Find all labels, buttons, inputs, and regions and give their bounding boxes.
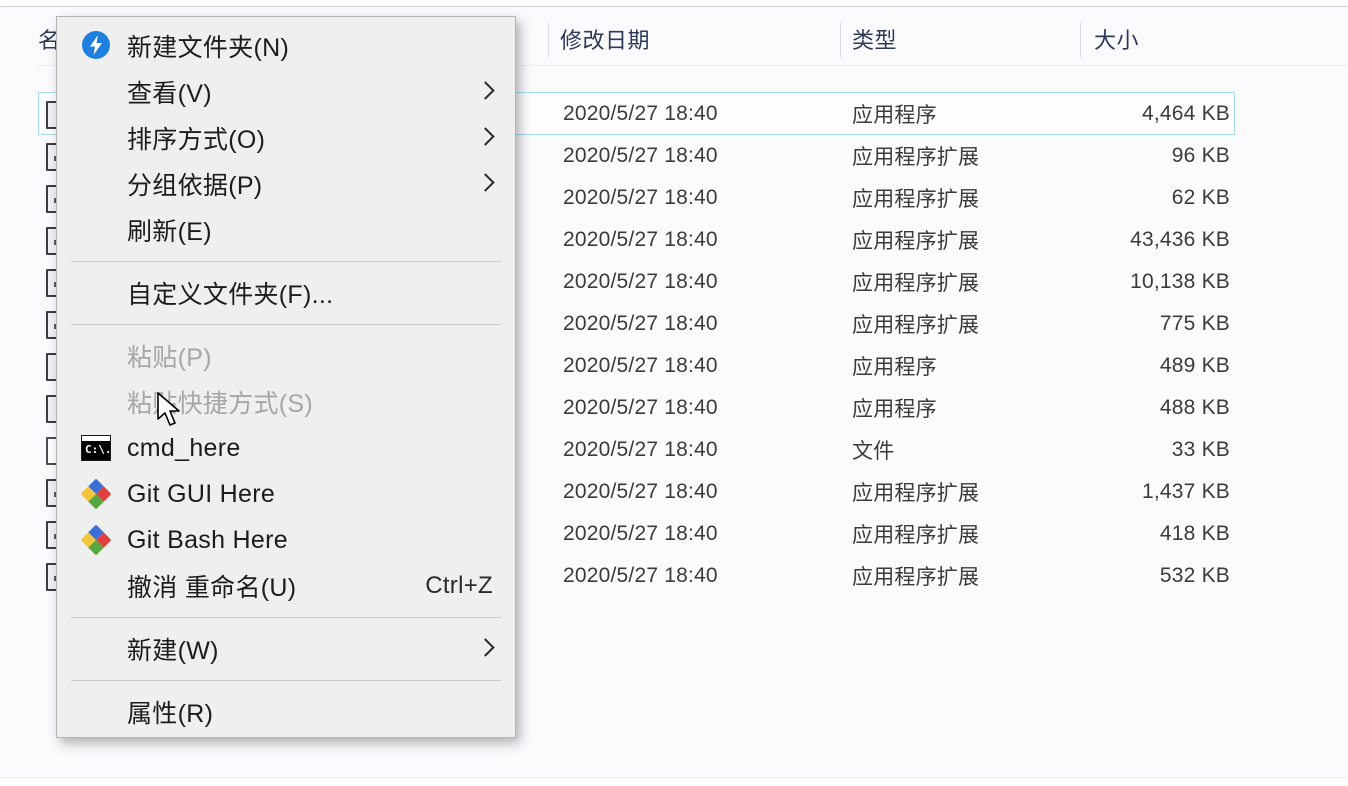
- lightning-bolt-icon: [81, 30, 113, 62]
- menu-item: 粘贴(P): [57, 333, 515, 379]
- menu-item[interactable]: C:\. cmd_here: [57, 425, 515, 471]
- cell-file-type: 应用程序扩展: [852, 188, 980, 211]
- cell-file-size: 43,436 KB: [1130, 228, 1230, 251]
- cell-modified-date: 2020/5/27 18:40: [563, 312, 718, 335]
- menu-item-label: 排序方式(O): [127, 126, 266, 154]
- menu-separator: [71, 680, 501, 681]
- menu-separator: [71, 617, 501, 618]
- menu-item[interactable]: 分组依据(P): [57, 161, 515, 207]
- menu-item-label: 粘贴(P): [127, 344, 212, 372]
- cell-file-size: 1,437 KB: [1142, 480, 1230, 503]
- cell-file-size: 418 KB: [1159, 522, 1230, 545]
- column-divider-3[interactable]: [1080, 23, 1081, 57]
- cell-file-type: 应用程序扩展: [852, 314, 980, 337]
- cell-file-type: 应用程序扩展: [852, 230, 980, 253]
- cell-file-type: 应用程序: [852, 398, 937, 421]
- cell-file-size: 33 KB: [1171, 438, 1230, 461]
- chevron-right-icon: [479, 172, 493, 196]
- cell-file-size: 489 KB: [1159, 354, 1230, 377]
- menu-separator: [71, 324, 501, 325]
- cell-modified-date: 2020/5/27 18:40: [563, 396, 718, 419]
- menu-item[interactable]: 查看(V): [57, 69, 515, 115]
- column-header-date[interactable]: 修改日期: [560, 15, 650, 63]
- cell-file-type: 文件: [852, 440, 895, 463]
- menu-item-label: Git GUI Here: [127, 479, 276, 508]
- cell-file-type: 应用程序扩展: [852, 524, 980, 547]
- cell-modified-date: 2020/5/27 18:40: [563, 438, 718, 461]
- cell-file-type: 应用程序扩展: [852, 272, 980, 295]
- menu-item-label: 刷新(E): [127, 218, 212, 246]
- cmd-console-icon: C:\.: [81, 432, 113, 464]
- cell-file-size: 488 KB: [1159, 396, 1230, 419]
- cell-modified-date: 2020/5/27 18:40: [563, 102, 718, 125]
- menu-item[interactable]: Git GUI Here: [57, 471, 515, 517]
- column-header-type[interactable]: 类型: [852, 15, 897, 63]
- menu-item[interactable]: 自定义文件夹(F)...: [57, 270, 515, 316]
- screen-root: 名 修改日期 类型 大小 2020/5/27 18:40 应用程序 4,464 KB…: [0, 0, 1348, 786]
- column-divider-2[interactable]: [840, 23, 841, 57]
- cell-file-size: 775 KB: [1159, 312, 1230, 335]
- menu-item-label: Git Bash Here: [127, 525, 288, 554]
- menu-item-label: 撤消 重命名(U): [127, 574, 297, 602]
- cell-file-size: 532 KB: [1159, 564, 1230, 587]
- menu-item-shortcut: Ctrl+Z: [425, 572, 493, 599]
- menu-item: 粘贴快捷方式(S): [57, 379, 515, 425]
- column-divider-1[interactable]: [548, 23, 549, 57]
- column-header-size[interactable]: 大小: [1094, 15, 1139, 63]
- menu-item-label: cmd_here: [127, 433, 241, 462]
- menu-item-label: 自定义文件夹(F)...: [127, 281, 334, 309]
- cell-modified-date: 2020/5/27 18:40: [563, 228, 718, 251]
- menu-separator: [71, 261, 501, 262]
- cell-file-size: 96 KB: [1171, 144, 1230, 167]
- git-icon: [80, 524, 113, 556]
- cell-modified-date: 2020/5/27 18:40: [563, 144, 718, 167]
- cell-file-size: 62 KB: [1171, 186, 1230, 209]
- menu-item-label: 属性(R): [127, 700, 214, 728]
- cell-file-type: 应用程序: [852, 104, 937, 127]
- menu-item[interactable]: 排序方式(O): [57, 115, 515, 161]
- cell-file-size: 4,464 KB: [1142, 102, 1230, 125]
- cell-file-type: 应用程序扩展: [852, 566, 980, 589]
- cell-modified-date: 2020/5/27 18:40: [563, 186, 718, 209]
- menu-item[interactable]: 属性(R): [57, 689, 515, 735]
- menu-item-label: 粘贴快捷方式(S): [127, 390, 314, 418]
- cell-modified-date: 2020/5/27 18:40: [563, 480, 718, 503]
- menu-item[interactable]: 刷新(E): [57, 207, 515, 253]
- menu-item-label: 新建文件夹(N): [127, 34, 290, 62]
- cell-modified-date: 2020/5/27 18:40: [563, 564, 718, 587]
- cell-file-type: 应用程序扩展: [852, 146, 980, 169]
- cell-modified-date: 2020/5/27 18:40: [563, 270, 718, 293]
- cell-file-type: 应用程序: [852, 356, 937, 379]
- cell-modified-date: 2020/5/27 18:40: [563, 522, 718, 545]
- git-icon: [80, 478, 113, 510]
- bottom-divider: [0, 777, 1348, 778]
- cell-modified-date: 2020/5/27 18:40: [563, 354, 718, 377]
- chevron-right-icon: [479, 637, 493, 661]
- menu-item[interactable]: 撤消 重命名(U) Ctrl+Z: [57, 563, 515, 609]
- menu-item-label: 查看(V): [127, 80, 212, 108]
- menu-item[interactable]: 新建(W): [57, 626, 515, 672]
- cell-file-size: 10,138 KB: [1130, 270, 1230, 293]
- chevron-right-icon: [479, 80, 493, 104]
- menu-item-label: 分组依据(P): [127, 172, 263, 200]
- menu-item[interactable]: Git Bash Here: [57, 517, 515, 563]
- chevron-right-icon: [479, 126, 493, 150]
- menu-item-label: 新建(W): [127, 637, 219, 665]
- menu-item[interactable]: 新建文件夹(N): [57, 23, 515, 69]
- context-menu: 新建文件夹(N) 查看(V) 排序方式(O) 分组依据(P) 刷新(E) 自定义文件夹(F…: [56, 16, 516, 738]
- cell-file-type: 应用程序扩展: [852, 482, 980, 505]
